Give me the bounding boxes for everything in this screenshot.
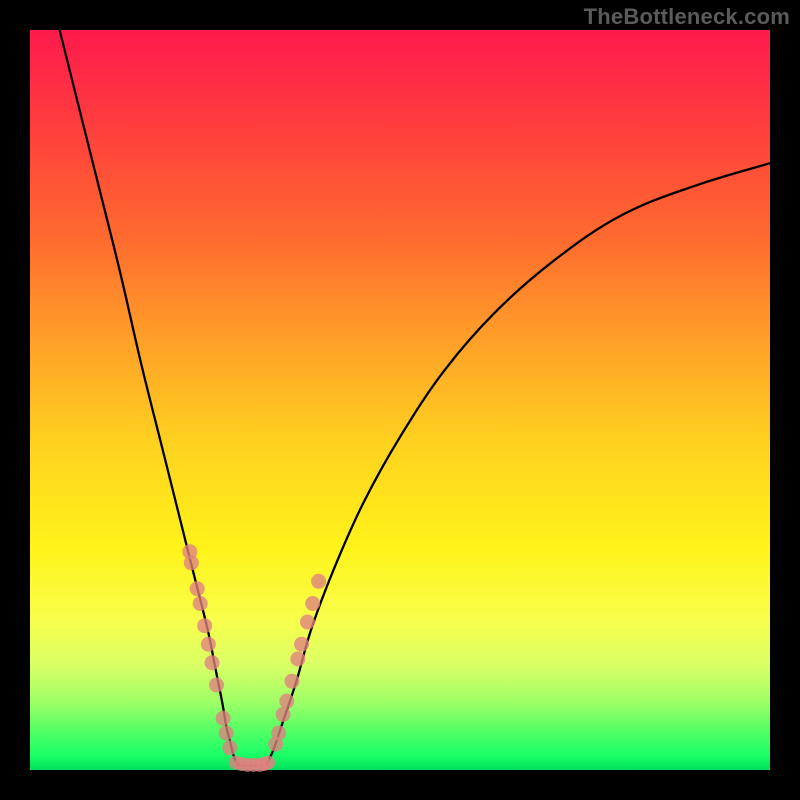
bead-left [209, 677, 224, 692]
plot-area [30, 30, 770, 770]
bead-left [219, 726, 234, 741]
curve-left-arm [60, 30, 238, 764]
watermark-text: TheBottleneck.com [584, 4, 790, 30]
bead-right [271, 726, 286, 741]
bead-left [222, 740, 237, 755]
bead-left [216, 711, 231, 726]
bead-right [300, 615, 315, 630]
bead-left [184, 555, 199, 570]
chart-frame: TheBottleneck.com [0, 0, 800, 800]
bead-right [294, 637, 309, 652]
bead-bottom [261, 756, 275, 770]
curve-layer [30, 30, 770, 770]
bead-right [279, 694, 294, 709]
curve-right-arm [267, 163, 770, 764]
bead-right [284, 674, 299, 689]
bead-left [193, 596, 208, 611]
bead-right [290, 652, 305, 667]
bead-left [205, 655, 220, 670]
bead-left [197, 618, 212, 633]
bead-right [305, 596, 320, 611]
bead-left [190, 581, 205, 596]
bead-right [311, 574, 326, 589]
bead-left [201, 637, 216, 652]
bead-right [276, 707, 291, 722]
